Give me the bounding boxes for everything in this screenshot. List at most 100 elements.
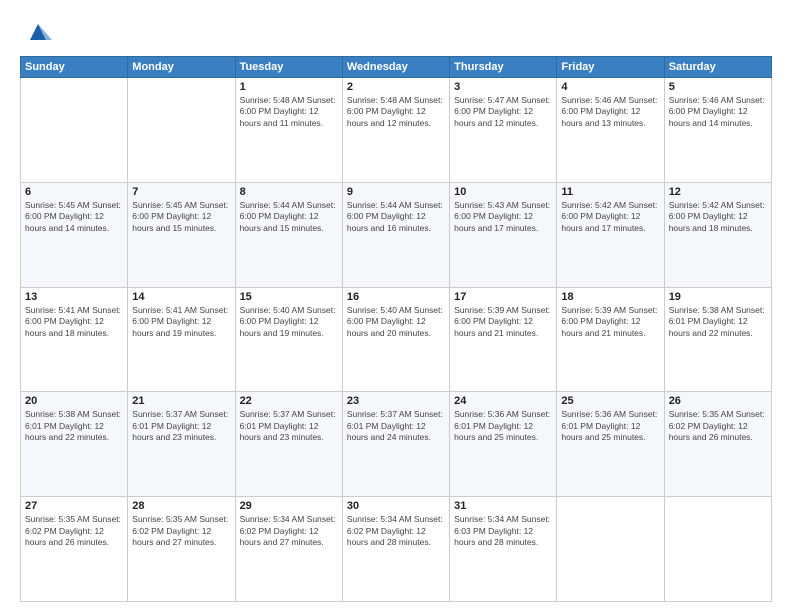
day-number: 17 bbox=[454, 291, 552, 303]
day-info: Sunrise: 5:42 AM Sunset: 6:00 PM Dayligh… bbox=[561, 200, 659, 234]
day-number: 18 bbox=[561, 291, 659, 303]
week-row-3: 20 Sunrise: 5:38 AM Sunset: 6:01 PM Dayli… bbox=[21, 392, 772, 497]
day-cell: 26 Sunrise: 5:35 AM Sunset: 6:02 PM Dayli… bbox=[664, 392, 771, 497]
week-row-0: 1 Sunrise: 5:48 AM Sunset: 6:00 PM Daylig… bbox=[21, 78, 772, 183]
day-number: 25 bbox=[561, 395, 659, 407]
day-info: Sunrise: 5:44 AM Sunset: 6:00 PM Dayligh… bbox=[240, 200, 338, 234]
day-number: 11 bbox=[561, 186, 659, 198]
day-info: Sunrise: 5:40 AM Sunset: 6:00 PM Dayligh… bbox=[240, 305, 338, 339]
day-info: Sunrise: 5:39 AM Sunset: 6:00 PM Dayligh… bbox=[454, 305, 552, 339]
day-cell: 8 Sunrise: 5:44 AM Sunset: 6:00 PM Daylig… bbox=[235, 182, 342, 287]
day-info: Sunrise: 5:37 AM Sunset: 6:01 PM Dayligh… bbox=[347, 409, 445, 443]
day-cell: 11 Sunrise: 5:42 AM Sunset: 6:00 PM Dayli… bbox=[557, 182, 664, 287]
day-cell bbox=[557, 497, 664, 602]
day-cell: 19 Sunrise: 5:38 AM Sunset: 6:01 PM Dayli… bbox=[664, 287, 771, 392]
day-number: 21 bbox=[132, 395, 230, 407]
day-info: Sunrise: 5:34 AM Sunset: 6:02 PM Dayligh… bbox=[240, 514, 338, 548]
day-cell: 28 Sunrise: 5:35 AM Sunset: 6:02 PM Dayli… bbox=[128, 497, 235, 602]
day-number: 2 bbox=[347, 81, 445, 93]
day-info: Sunrise: 5:48 AM Sunset: 6:00 PM Dayligh… bbox=[240, 95, 338, 129]
day-number: 15 bbox=[240, 291, 338, 303]
weekday-header-row: SundayMondayTuesdayWednesdayThursdayFrid… bbox=[21, 57, 772, 78]
day-cell: 24Sunrise: 5:36 AM Sunset: 6:01 PM Dayli… bbox=[450, 392, 557, 497]
day-number: 23 bbox=[347, 395, 445, 407]
weekday-header-friday: Friday bbox=[557, 57, 664, 78]
day-cell bbox=[128, 78, 235, 183]
day-number: 26 bbox=[669, 395, 767, 407]
day-number: 16 bbox=[347, 291, 445, 303]
day-info: Sunrise: 5:46 AM Sunset: 6:00 PM Dayligh… bbox=[669, 95, 767, 129]
weekday-header-saturday: Saturday bbox=[664, 57, 771, 78]
day-cell: 27 Sunrise: 5:35 AM Sunset: 6:02 PM Dayli… bbox=[21, 497, 128, 602]
day-cell bbox=[664, 497, 771, 602]
day-number: 4 bbox=[561, 81, 659, 93]
day-cell: 5 Sunrise: 5:46 AM Sunset: 6:00 PM Daylig… bbox=[664, 78, 771, 183]
day-cell: 18Sunrise: 5:39 AM Sunset: 6:00 PM Dayli… bbox=[557, 287, 664, 392]
day-cell: 17 Sunrise: 5:39 AM Sunset: 6:00 PM Dayli… bbox=[450, 287, 557, 392]
day-info: Sunrise: 5:45 AM Sunset: 6:00 PM Dayligh… bbox=[25, 200, 123, 234]
day-info: Sunrise: 5:41 AM Sunset: 6:00 PM Dayligh… bbox=[25, 305, 123, 339]
week-row-2: 13 Sunrise: 5:41 AM Sunset: 6:00 PM Dayli… bbox=[21, 287, 772, 392]
day-cell: 6 Sunrise: 5:45 AM Sunset: 6:00 PM Daylig… bbox=[21, 182, 128, 287]
day-cell: 1 Sunrise: 5:48 AM Sunset: 6:00 PM Daylig… bbox=[235, 78, 342, 183]
day-info: Sunrise: 5:40 AM Sunset: 6:00 PM Dayligh… bbox=[347, 305, 445, 339]
day-cell: 2 Sunrise: 5:48 AM Sunset: 6:00 PM Daylig… bbox=[342, 78, 449, 183]
day-number: 1 bbox=[240, 81, 338, 93]
day-number: 9 bbox=[347, 186, 445, 198]
day-number: 31 bbox=[454, 500, 552, 512]
day-number: 22 bbox=[240, 395, 338, 407]
week-row-4: 27 Sunrise: 5:35 AM Sunset: 6:02 PM Dayli… bbox=[21, 497, 772, 602]
calendar-table: SundayMondayTuesdayWednesdayThursdayFrid… bbox=[20, 56, 772, 602]
day-info: Sunrise: 5:35 AM Sunset: 6:02 PM Dayligh… bbox=[669, 409, 767, 443]
day-info: Sunrise: 5:47 AM Sunset: 6:00 PM Dayligh… bbox=[454, 95, 552, 129]
weekday-header-tuesday: Tuesday bbox=[235, 57, 342, 78]
page: SundayMondayTuesdayWednesdayThursdayFrid… bbox=[0, 0, 792, 612]
day-info: Sunrise: 5:41 AM Sunset: 6:00 PM Dayligh… bbox=[132, 305, 230, 339]
day-info: Sunrise: 5:48 AM Sunset: 6:00 PM Dayligh… bbox=[347, 95, 445, 129]
day-info: Sunrise: 5:38 AM Sunset: 6:01 PM Dayligh… bbox=[669, 305, 767, 339]
day-cell: 22 Sunrise: 5:37 AM Sunset: 6:01 PM Dayli… bbox=[235, 392, 342, 497]
day-info: Sunrise: 5:34 AM Sunset: 6:02 PM Dayligh… bbox=[347, 514, 445, 548]
day-number: 27 bbox=[25, 500, 123, 512]
day-cell: 15 Sunrise: 5:40 AM Sunset: 6:00 PM Dayli… bbox=[235, 287, 342, 392]
day-number: 13 bbox=[25, 291, 123, 303]
day-number: 8 bbox=[240, 186, 338, 198]
day-number: 20 bbox=[25, 395, 123, 407]
day-cell: 4 Sunrise: 5:46 AM Sunset: 6:00 PM Daylig… bbox=[557, 78, 664, 183]
day-number: 5 bbox=[669, 81, 767, 93]
day-number: 19 bbox=[669, 291, 767, 303]
day-info: Sunrise: 5:45 AM Sunset: 6:00 PM Dayligh… bbox=[132, 200, 230, 234]
day-cell: 7 Sunrise: 5:45 AM Sunset: 6:00 PM Daylig… bbox=[128, 182, 235, 287]
day-cell: 3 Sunrise: 5:47 AM Sunset: 6:00 PM Daylig… bbox=[450, 78, 557, 183]
logo-icon bbox=[24, 18, 52, 46]
day-cell: 20 Sunrise: 5:38 AM Sunset: 6:01 PM Dayli… bbox=[21, 392, 128, 497]
day-number: 7 bbox=[132, 186, 230, 198]
day-number: 28 bbox=[132, 500, 230, 512]
day-cell: 13 Sunrise: 5:41 AM Sunset: 6:00 PM Dayli… bbox=[21, 287, 128, 392]
logo bbox=[20, 18, 52, 46]
day-number: 6 bbox=[25, 186, 123, 198]
day-info: Sunrise: 5:46 AM Sunset: 6:00 PM Dayligh… bbox=[561, 95, 659, 129]
day-cell: 14Sunrise: 5:41 AM Sunset: 6:00 PM Dayli… bbox=[128, 287, 235, 392]
day-info: Sunrise: 5:37 AM Sunset: 6:01 PM Dayligh… bbox=[240, 409, 338, 443]
day-number: 24 bbox=[454, 395, 552, 407]
day-info: Sunrise: 5:35 AM Sunset: 6:02 PM Dayligh… bbox=[25, 514, 123, 548]
day-cell: 21Sunrise: 5:37 AM Sunset: 6:01 PM Dayli… bbox=[128, 392, 235, 497]
weekday-header-wednesday: Wednesday bbox=[342, 57, 449, 78]
day-cell bbox=[21, 78, 128, 183]
day-cell: 16 Sunrise: 5:40 AM Sunset: 6:00 PM Dayli… bbox=[342, 287, 449, 392]
day-cell: 10Sunrise: 5:43 AM Sunset: 6:00 PM Dayli… bbox=[450, 182, 557, 287]
week-row-1: 6 Sunrise: 5:45 AM Sunset: 6:00 PM Daylig… bbox=[21, 182, 772, 287]
day-number: 29 bbox=[240, 500, 338, 512]
day-number: 3 bbox=[454, 81, 552, 93]
day-info: Sunrise: 5:36 AM Sunset: 6:01 PM Dayligh… bbox=[561, 409, 659, 443]
header bbox=[20, 18, 772, 46]
day-cell: 12 Sunrise: 5:42 AM Sunset: 6:00 PM Dayli… bbox=[664, 182, 771, 287]
day-cell: 9Sunrise: 5:44 AM Sunset: 6:00 PM Daylig… bbox=[342, 182, 449, 287]
day-info: Sunrise: 5:42 AM Sunset: 6:00 PM Dayligh… bbox=[669, 200, 767, 234]
day-info: Sunrise: 5:38 AM Sunset: 6:01 PM Dayligh… bbox=[25, 409, 123, 443]
day-cell: 30Sunrise: 5:34 AM Sunset: 6:02 PM Dayli… bbox=[342, 497, 449, 602]
day-info: Sunrise: 5:34 AM Sunset: 6:03 PM Dayligh… bbox=[454, 514, 552, 548]
day-number: 12 bbox=[669, 186, 767, 198]
day-info: Sunrise: 5:35 AM Sunset: 6:02 PM Dayligh… bbox=[132, 514, 230, 548]
